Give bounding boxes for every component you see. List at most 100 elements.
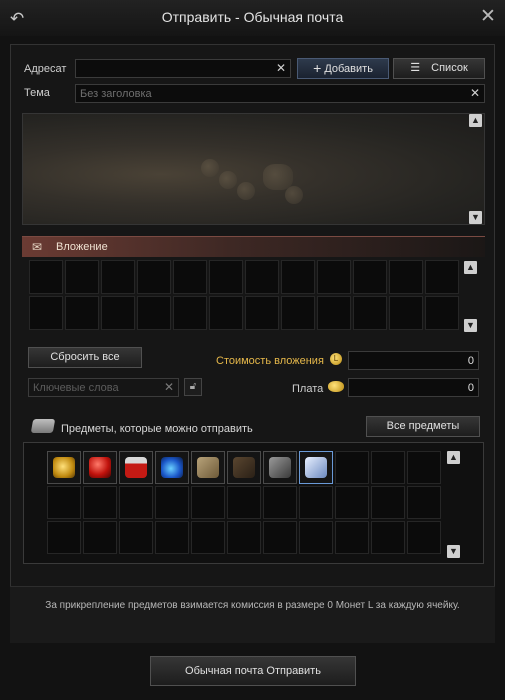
attachment-slot[interactable] xyxy=(173,296,207,330)
all-items-button[interactable]: Все предметы xyxy=(366,416,480,437)
inventory-slot[interactable] xyxy=(335,486,369,519)
inventory-slot[interactable] xyxy=(299,521,333,554)
attachment-slot[interactable] xyxy=(65,296,99,330)
inventory-slot[interactable] xyxy=(47,521,81,554)
sendable-items-label: Предметы, которые можно отправить xyxy=(61,423,253,435)
body-scroll-up-icon[interactable]: ▲ xyxy=(469,114,482,127)
keywords-placeholder: Ключевые слова xyxy=(33,382,119,394)
inventory-scroll-up-icon[interactable]: ▲ xyxy=(447,451,460,464)
reset-all-button[interactable]: Сбросить все xyxy=(28,347,142,368)
attachment-slot[interactable] xyxy=(389,296,423,330)
attachment-slot[interactable] xyxy=(29,296,63,330)
attachment-slot[interactable] xyxy=(29,260,63,294)
subject-placeholder: Без заголовка xyxy=(80,88,152,100)
inventory-item-slot[interactable] xyxy=(47,451,81,484)
attachment-grid xyxy=(29,260,459,330)
inventory-slot[interactable] xyxy=(47,486,81,519)
attachment-slot[interactable] xyxy=(245,296,279,330)
keywords-clear-icon[interactable]: ✕ xyxy=(164,380,174,394)
attachment-slot[interactable] xyxy=(353,296,387,330)
body-scroll-down-icon[interactable]: ▼ xyxy=(469,211,482,224)
inventory-slot[interactable] xyxy=(407,486,441,519)
branch-icon xyxy=(233,457,255,478)
inventory-item-slot[interactable] xyxy=(191,451,225,484)
inventory-slot[interactable] xyxy=(119,521,153,554)
attachment-slot[interactable] xyxy=(317,260,351,294)
attachment-slot[interactable] xyxy=(65,260,99,294)
attachment-slot[interactable] xyxy=(281,296,315,330)
inventory-slot[interactable] xyxy=(407,451,441,484)
attach-scroll-up-icon[interactable]: ▲ xyxy=(464,261,477,274)
inventory-grid xyxy=(47,451,441,554)
inventory-slot[interactable] xyxy=(191,521,225,554)
attachment-slot[interactable] xyxy=(137,296,171,330)
inventory-slot[interactable] xyxy=(335,451,369,484)
fee-label: Плата xyxy=(292,383,324,395)
attachment-cost-field: 0 xyxy=(348,351,479,370)
footer-panel xyxy=(10,586,495,643)
inventory-slot[interactable] xyxy=(299,486,333,519)
attachment-slot[interactable] xyxy=(209,296,243,330)
decor-coin-4 xyxy=(285,186,303,204)
inventory-slot[interactable] xyxy=(83,521,117,554)
window-title: Отправить - Обычная почта xyxy=(161,9,344,25)
attachment-slot[interactable] xyxy=(137,260,171,294)
red-orb-icon xyxy=(89,457,111,478)
inventory-slot[interactable] xyxy=(371,451,405,484)
add-recipient-label: Добавить xyxy=(324,63,373,75)
attachment-slot[interactable] xyxy=(389,260,423,294)
decor-coin-3 xyxy=(237,182,255,200)
inventory-slot[interactable] xyxy=(83,486,117,519)
attachment-header: ✉ Вложение xyxy=(22,236,485,257)
fee-field: 0 xyxy=(348,378,479,397)
recipient-list-button[interactable]: ☰ Список xyxy=(393,58,485,79)
inventory-slot[interactable] xyxy=(227,521,261,554)
attachment-slot[interactable] xyxy=(425,260,459,294)
attachment-title: Вложение xyxy=(56,241,108,253)
send-mail-button[interactable]: Обычная почта Отправить xyxy=(150,656,356,686)
inventory-slot[interactable] xyxy=(407,521,441,554)
gold-coins-icon xyxy=(53,457,75,478)
scroll-sack-icon xyxy=(197,457,219,478)
inventory-scroll-down-icon[interactable]: ▼ xyxy=(447,545,460,558)
coins-icon xyxy=(328,381,344,392)
inventory-slot[interactable] xyxy=(371,521,405,554)
lock-icon[interactable]: 🔓︎ xyxy=(184,378,202,396)
attach-scroll-down-icon[interactable]: ▼ xyxy=(464,319,477,332)
inventory-slot[interactable] xyxy=(155,521,189,554)
inventory-slot[interactable] xyxy=(335,521,369,554)
close-icon[interactable]: ✕ xyxy=(478,7,498,27)
recipient-clear-icon[interactable]: ✕ xyxy=(276,61,286,75)
attachment-slot[interactable] xyxy=(101,260,135,294)
attachment-slot[interactable] xyxy=(425,296,459,330)
decor-coin-1 xyxy=(201,159,219,177)
list-icon: ☰ xyxy=(410,62,421,74)
inventory-item-slot[interactable] xyxy=(119,451,153,484)
message-body[interactable] xyxy=(22,113,485,225)
keywords-input[interactable]: Ключевые слова ✕ xyxy=(28,378,179,397)
inventory-slot[interactable] xyxy=(191,486,225,519)
inventory-item-slot[interactable] xyxy=(227,451,261,484)
subject-clear-icon[interactable]: ✕ xyxy=(470,86,480,100)
attachment-slot[interactable] xyxy=(245,260,279,294)
attachment-slot[interactable] xyxy=(209,260,243,294)
inventory-slot[interactable] xyxy=(263,521,297,554)
recipient-label: Адресат xyxy=(24,63,67,75)
inventory-slot[interactable] xyxy=(263,486,297,519)
inventory-item-slot[interactable] xyxy=(299,451,333,484)
recipient-input[interactable]: ✕ xyxy=(75,59,291,78)
inventory-item-slot[interactable] xyxy=(263,451,297,484)
add-recipient-button[interactable]: + Добавить xyxy=(297,58,389,79)
attachment-slot[interactable] xyxy=(281,260,315,294)
attachment-slot[interactable] xyxy=(317,296,351,330)
attachment-slot[interactable] xyxy=(173,260,207,294)
inventory-item-slot[interactable] xyxy=(83,451,117,484)
inventory-slot[interactable] xyxy=(119,486,153,519)
attachment-slot[interactable] xyxy=(353,260,387,294)
inventory-slot[interactable] xyxy=(155,486,189,519)
subject-input[interactable]: Без заголовка ✕ xyxy=(75,84,485,103)
inventory-item-slot[interactable] xyxy=(155,451,189,484)
inventory-slot[interactable] xyxy=(371,486,405,519)
inventory-slot[interactable] xyxy=(227,486,261,519)
attachment-slot[interactable] xyxy=(101,296,135,330)
